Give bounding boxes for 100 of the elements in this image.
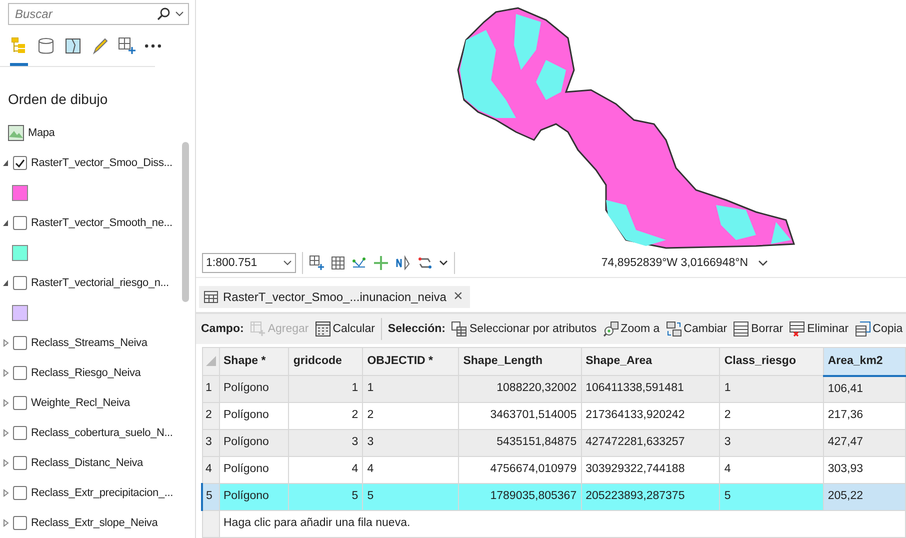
copy-rows-icon	[854, 321, 871, 338]
table-cell: 5435151,84875	[458, 430, 582, 456]
layer-label[interactable]: Reclass_Streams_Neiva	[31, 334, 148, 352]
grid-add-icon[interactable]	[309, 255, 325, 272]
layer-label[interactable]: Reclass_Distanc_Neiva	[31, 454, 143, 472]
table-cell: 3	[288, 430, 363, 456]
table-cell: Polígono	[219, 484, 289, 510]
toolbar-button[interactable]: Cambiar	[666, 320, 728, 338]
table-cell: 3	[362, 430, 459, 456]
table-cell: 5	[362, 484, 459, 510]
layer-label[interactable]: Reclass_cobertura_suelo_N...	[31, 424, 173, 442]
new-row-prompt[interactable]: Haga clic para añadir una fila nueva.	[219, 510, 906, 538]
row-number[interactable]: 2	[202, 402, 219, 430]
expand-triangle-icon[interactable]	[3, 369, 9, 377]
table-cell: 106411338,591481	[581, 376, 720, 402]
layer-label[interactable]: Reclass_Extr_slope_Neiva	[31, 514, 158, 532]
layer-label[interactable]: RasterT_vector_Smoo_Diss...	[31, 154, 172, 172]
collapse-triangle-icon[interactable]	[3, 219, 9, 227]
table-cell: 1	[288, 376, 363, 402]
layer-checkbox[interactable]	[13, 366, 27, 380]
layer-label[interactable]: Weighte_Recl_Neiva	[31, 394, 130, 412]
table-cell: 1	[362, 376, 459, 402]
table-select-icon	[451, 321, 468, 338]
table-cell: 427472281,633257	[581, 430, 720, 456]
crosshair-icon[interactable]	[373, 255, 389, 272]
layer-label[interactable]: Reclass_Extr_precipitacion_...	[31, 484, 173, 502]
layer-checkbox[interactable]	[13, 516, 27, 530]
layer-tree-icon	[10, 37, 28, 55]
expand-triangle-icon[interactable]	[3, 339, 9, 347]
column-header[interactable]: Shape *	[219, 348, 289, 376]
table-cell: Polígono	[219, 376, 289, 402]
coordinates-text: 74,8952839°W 3,0166948°N	[601, 256, 748, 271]
column-header[interactable]: Area_km2	[823, 348, 906, 376]
toolbar-button[interactable]: Borrar	[733, 320, 784, 338]
row-number[interactable]: 4	[202, 456, 219, 484]
toolbar-button[interactable]: Eliminar	[789, 320, 849, 338]
collapse-triangle-icon[interactable]	[3, 159, 9, 167]
database-icon	[37, 37, 55, 55]
table-icon	[204, 291, 218, 304]
panel-heading: Orden de dibujo	[8, 90, 109, 109]
toolbar-button[interactable]: Zoom a	[602, 320, 660, 338]
table-cell: 1	[720, 376, 824, 402]
chevron-icon[interactable]	[758, 260, 768, 267]
list-icon	[733, 321, 750, 338]
grid-add-icon	[118, 37, 136, 55]
expand-triangle-icon[interactable]	[3, 399, 9, 407]
column-header[interactable]: Shape_Length	[458, 348, 582, 376]
column-header[interactable]: Class_riesgo	[720, 348, 824, 376]
table-cell: 427,47	[823, 430, 906, 456]
layer-label[interactable]: RasterT_vector_Smooth_ne...	[31, 214, 172, 232]
scale-dropdown[interactable]: 1:800.751	[202, 253, 296, 274]
calculator-icon	[314, 321, 331, 338]
row-number[interactable]: 3	[202, 430, 219, 456]
layer-label[interactable]: RasterT_vectorial_riesgo_n...	[31, 274, 169, 292]
caret-icon	[283, 260, 292, 266]
search-icon	[157, 7, 171, 21]
expand-triangle-icon[interactable]	[3, 459, 9, 467]
layer-label[interactable]: Reclass_Riesgo_Neiva	[31, 364, 141, 382]
toolbar-button[interactable]: Copia	[854, 320, 903, 338]
toolbar-button[interactable]: Seleccionar por atributos	[451, 320, 597, 338]
map-icon	[64, 37, 82, 55]
refresh-icon[interactable]	[417, 255, 433, 272]
caret-icon[interactable]	[439, 260, 448, 266]
grid-icon[interactable]	[331, 256, 345, 270]
layer-checkbox[interactable]	[13, 426, 27, 440]
expand-triangle-icon[interactable]	[3, 519, 9, 527]
table-cell: 5	[288, 484, 363, 510]
map-icon	[8, 125, 24, 141]
table-cell: 3	[720, 430, 824, 456]
expand-triangle-icon[interactable]	[3, 489, 9, 497]
table-cell: 1789035,805367	[458, 484, 582, 510]
delete-rows-icon	[789, 321, 806, 338]
row-number[interactable]: 5	[202, 484, 219, 510]
toolbar-label: Campo:	[201, 322, 244, 336]
column-header[interactable]: Shape_Area	[581, 348, 720, 376]
switch-icon	[666, 321, 682, 338]
row-number[interactable]: 1	[202, 376, 219, 402]
layer-checkbox[interactable]	[13, 276, 27, 290]
collapse-triangle-icon[interactable]	[3, 279, 9, 287]
layer-checkbox[interactable]	[13, 456, 27, 470]
layer-checkbox[interactable]	[13, 396, 27, 410]
expand-triangle-icon[interactable]	[3, 429, 9, 437]
layer-checkbox[interactable]	[13, 336, 27, 350]
grid-add-icon	[250, 321, 266, 338]
toolbar-button[interactable]: Calcular	[314, 320, 375, 338]
search-field[interactable]: Buscar	[8, 3, 189, 25]
corner-triangle-icon	[206, 356, 216, 366]
layer-checkbox[interactable]	[13, 156, 27, 170]
column-header[interactable]: OBJECTID *	[362, 348, 459, 376]
layer-label[interactable]: Mapa	[28, 124, 55, 142]
layer-checkbox[interactable]	[13, 486, 27, 500]
table-cell: 5	[720, 484, 824, 510]
close-button[interactable]: ×	[451, 289, 465, 306]
column-header[interactable]: gridcode	[288, 348, 363, 376]
tab-label: RasterT_vector_Smoo_...inunacion_neiva	[223, 289, 446, 306]
table-tab[interactable]: RasterT_vector_Smoo_...inunacion_neiva ×	[199, 286, 470, 308]
table-cell: 205,22	[823, 484, 906, 510]
zoom-icon	[602, 321, 619, 338]
north-arrow-icon[interactable]	[395, 255, 411, 272]
layer-checkbox[interactable]	[13, 216, 27, 230]
